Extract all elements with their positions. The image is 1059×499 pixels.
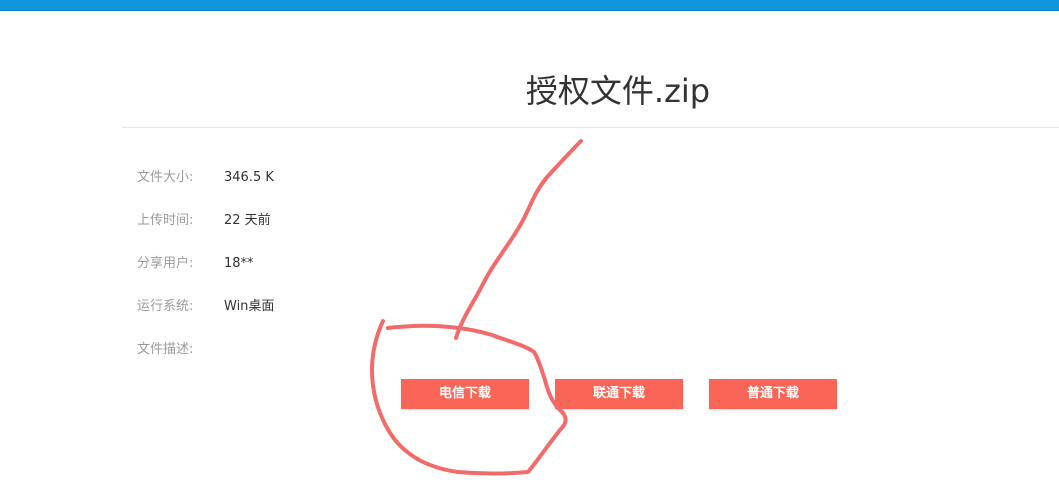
normal-download-button[interactable]: 普通下载 bbox=[709, 379, 837, 409]
upload-time-value: 22 天前 bbox=[224, 213, 271, 228]
os-label: 运行系统: bbox=[137, 299, 194, 314]
file-size-label: 文件大小: bbox=[137, 170, 194, 185]
share-user-label: 分享用户: bbox=[137, 256, 194, 271]
share-user-value: 18** bbox=[224, 256, 254, 271]
annotation-arrow-stroke bbox=[454, 139, 583, 340]
upload-time-label: 上传时间: bbox=[137, 213, 194, 228]
telecom-download-button[interactable]: 电信下载 bbox=[401, 379, 529, 409]
unicom-download-button[interactable]: 联通下载 bbox=[555, 379, 683, 409]
download-page: 授权文件.zip 文件大小: 346.5 K 上传时间: 22 天前 分享用户:… bbox=[0, 0, 1059, 499]
description-label: 文件描述: bbox=[137, 342, 194, 357]
os-value: Win桌面 bbox=[224, 299, 275, 314]
top-bar bbox=[0, 0, 1059, 11]
file-size-value: 346.5 K bbox=[224, 170, 274, 185]
file-title: 授权文件.zip bbox=[525, 72, 711, 110]
title-divider bbox=[122, 127, 1059, 128]
